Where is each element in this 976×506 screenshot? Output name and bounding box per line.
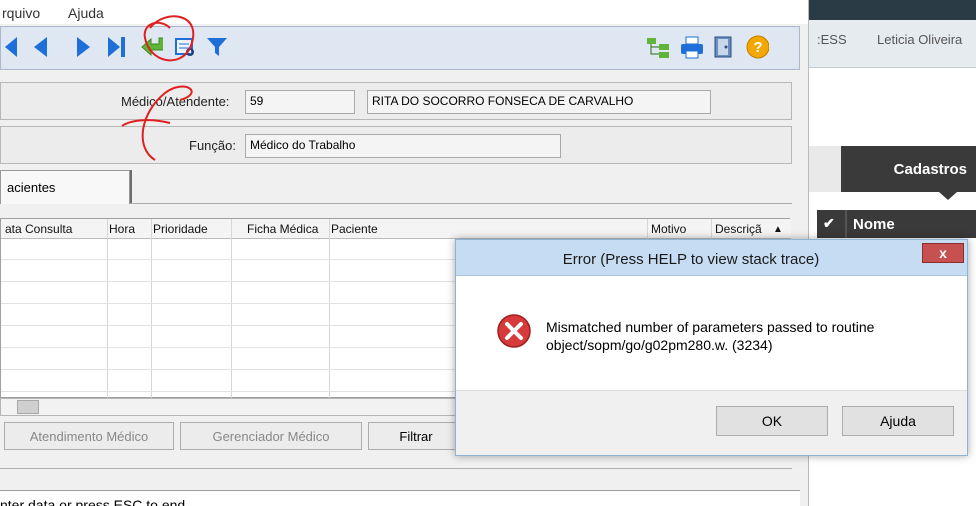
col-ficha-medica[interactable]: Ficha Médica bbox=[247, 222, 318, 236]
header-sep bbox=[845, 210, 847, 238]
chevron-down-icon[interactable]: ✔ bbox=[823, 215, 835, 232]
background-topbar bbox=[809, 0, 976, 20]
medico-code-field[interactable]: 59 bbox=[245, 90, 355, 114]
first-record-icon[interactable] bbox=[1, 35, 25, 59]
svg-text:?: ? bbox=[753, 39, 762, 56]
col-hora[interactable]: Hora bbox=[109, 222, 135, 236]
funcao-field[interactable]: Médico do Trabalho bbox=[245, 134, 561, 158]
red-annotation-scribble bbox=[121, 15, 195, 161]
col-motivo[interactable]: Motivo bbox=[651, 222, 686, 236]
grid-col-sep bbox=[231, 219, 232, 399]
grid-header: ata Consulta Hora Prioridade Ficha Médic… bbox=[1, 219, 791, 239]
message-line-1: Mismatched number of parameters passed t… bbox=[546, 319, 875, 335]
divider bbox=[0, 468, 792, 469]
background-nav: :ESS Leticia Oliveira bbox=[809, 20, 976, 68]
menu-arquivo[interactable]: rquivo bbox=[2, 5, 40, 21]
grid-col-sep bbox=[151, 219, 152, 399]
nav-item-partial[interactable]: :ESS bbox=[817, 32, 847, 47]
col-descricao[interactable]: Descriçã bbox=[715, 222, 762, 236]
filtrar-button[interactable]: Filtrar bbox=[368, 422, 464, 450]
previous-record-icon[interactable] bbox=[29, 35, 53, 59]
atendimento-medico-button[interactable]: Atendimento Médico bbox=[4, 422, 174, 450]
cadastros-pointer bbox=[939, 192, 957, 200]
col-prioridade[interactable]: Prioridade bbox=[153, 222, 208, 236]
exit-door-icon[interactable] bbox=[711, 35, 735, 59]
close-icon[interactable]: x bbox=[922, 243, 964, 263]
menu-ajuda[interactable]: Ajuda bbox=[68, 5, 104, 21]
error-dialog: Error (Press HELP to view stack trace) x… bbox=[455, 239, 968, 456]
dialog-message: Mismatched number of parameters passed t… bbox=[546, 318, 956, 354]
help-icon[interactable]: ? bbox=[745, 35, 769, 59]
error-icon bbox=[497, 314, 531, 348]
message-line-2: object/sopm/go/g02pm280.w. (3234) bbox=[546, 337, 773, 353]
tab-pacientes-label: acientes bbox=[7, 180, 56, 195]
tree-structure-icon[interactable] bbox=[645, 35, 669, 59]
medico-name-field[interactable]: RITA DO SOCORRO FONSECA DE CARVALHO bbox=[367, 90, 711, 114]
tab-divider bbox=[130, 203, 792, 204]
ok-button[interactable]: OK bbox=[716, 406, 828, 436]
tab-gap bbox=[809, 146, 841, 192]
cadastros-tab[interactable]: Cadastros bbox=[841, 146, 976, 192]
status-bar: nter data or press ESC to end bbox=[0, 490, 800, 506]
dialog-titlebar: Error (Press HELP to view stack trace) bbox=[456, 240, 967, 276]
grid-col-sep bbox=[329, 219, 330, 399]
ajuda-button[interactable]: Ajuda bbox=[842, 406, 954, 436]
tab-pacientes[interactable]: acientes bbox=[0, 170, 130, 204]
user-name[interactable]: Leticia Oliveira bbox=[877, 32, 962, 47]
col-data-consulta[interactable]: ata Consulta bbox=[5, 222, 72, 236]
next-record-icon[interactable] bbox=[71, 35, 95, 59]
gerenciador-medico-button[interactable]: Gerenciador Médico bbox=[180, 422, 362, 450]
dialog-footer: OK Ajuda bbox=[456, 390, 967, 455]
table-header: ✔ Nome bbox=[817, 210, 976, 238]
col-nome[interactable]: Nome bbox=[853, 216, 895, 233]
scroll-up-icon[interactable]: ▲ bbox=[773, 224, 783, 235]
print-icon[interactable] bbox=[679, 35, 703, 59]
scroll-thumb[interactable] bbox=[17, 400, 39, 414]
dialog-title: Error (Press HELP to view stack trace) bbox=[562, 251, 820, 268]
col-paciente[interactable]: Paciente bbox=[331, 222, 378, 236]
grid-col-sep bbox=[107, 219, 108, 399]
status-text: nter data or press ESC to end bbox=[0, 497, 186, 506]
